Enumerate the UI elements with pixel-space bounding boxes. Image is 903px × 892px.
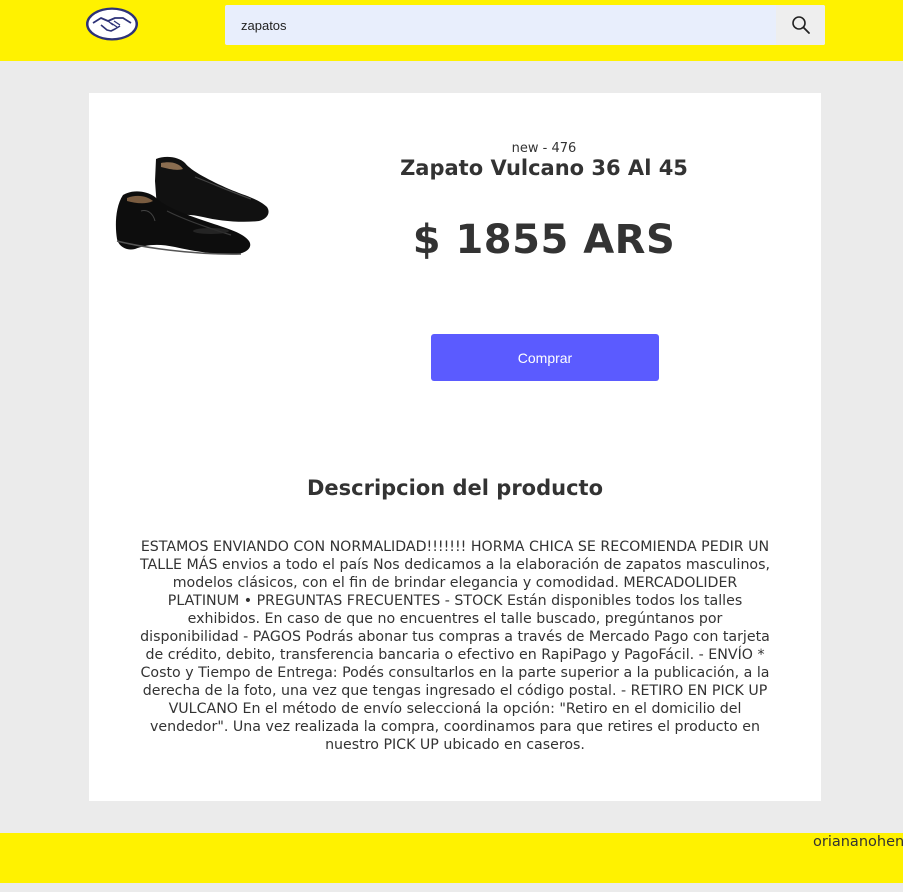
- product-price: $ 1855 ARS: [412, 217, 676, 263]
- search-button[interactable]: [776, 5, 825, 45]
- top-header-bar: [0, 0, 903, 61]
- description-heading: Descripcion del producto: [306, 476, 604, 500]
- search-input[interactable]: [225, 5, 775, 45]
- buy-button[interactable]: Comprar: [431, 334, 659, 381]
- product-card: new - 476 Zapato Vulcano 36 Al 45 $ 1855…: [89, 93, 821, 801]
- search-icon: [791, 16, 810, 34]
- footer-bar: oriananohen: [0, 833, 903, 883]
- product-title: Zapato Vulcano 36 Al 45: [400, 156, 688, 180]
- description-text: ESTAMOS ENVIANDO CON NORMALIDAD!!!!!!! H…: [139, 539, 771, 753]
- footer-username: oriananohen: [813, 834, 903, 850]
- search-bar: [225, 5, 825, 45]
- product-condition-sold: new - 476: [511, 141, 577, 156]
- product-image[interactable]: [111, 151, 281, 261]
- handshake-logo-icon[interactable]: [84, 6, 140, 42]
